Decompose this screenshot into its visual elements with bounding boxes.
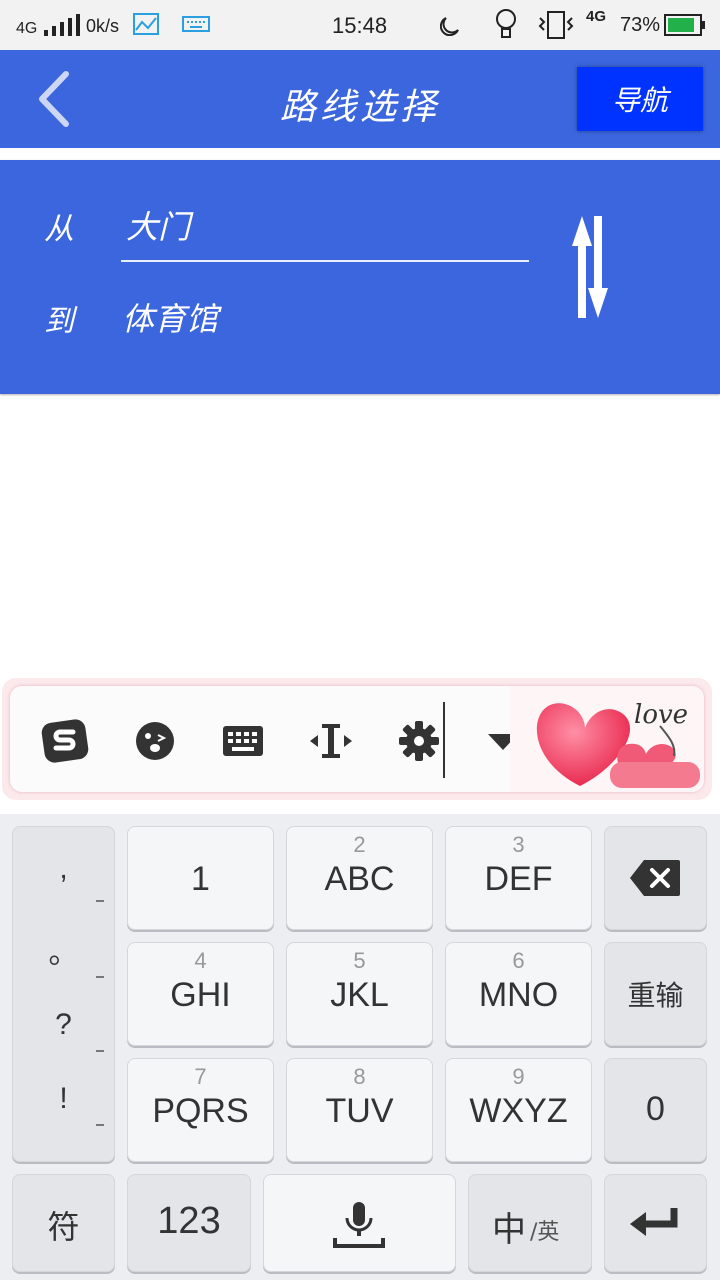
keyboard-switch-icon[interactable] [218, 716, 268, 766]
backspace-icon [630, 860, 680, 896]
title-bar: 路线选择 导航 [0, 50, 720, 148]
emoji-icon[interactable] [130, 716, 180, 766]
love-text: love [634, 700, 689, 730]
punct-separator [96, 1050, 104, 1052]
key-0[interactable]: 0 [604, 1058, 707, 1162]
punct-exclaim: ! [59, 1082, 68, 1115]
moon-icon [440, 17, 459, 36]
battery-percent: 73% [620, 14, 661, 36]
back-arrow-icon[interactable] [30, 68, 80, 130]
from-input[interactable]: 大门 [126, 202, 190, 248]
input-divider [121, 260, 529, 262]
vibrate-icon [538, 11, 574, 39]
number-mode-key[interactable]: 123 [127, 1174, 251, 1272]
signal-icon [44, 14, 80, 36]
network-type-right: 4G [586, 8, 607, 25]
to-label: 到 [44, 304, 74, 339]
key-7-pqrs[interactable]: 7 PQRS [127, 1058, 274, 1162]
status-bar: 4G 0k/s 15:48 4G 73% [0, 0, 720, 50]
punct-separator [96, 900, 104, 902]
key-6-mno[interactable]: 6 MNO [445, 942, 592, 1046]
key-2-abc[interactable]: 2 ABC [286, 826, 433, 930]
enter-key[interactable] [604, 1174, 707, 1272]
punct-separator [96, 976, 104, 978]
ime-toolbar: love [2, 678, 712, 800]
from-label: 从 [44, 212, 74, 247]
punct-comma: , [59, 852, 68, 885]
to-input[interactable]: 体育馆 [122, 294, 218, 340]
key-8-tuv[interactable]: 8 TUV [286, 1058, 433, 1162]
swap-icon[interactable] [568, 212, 612, 322]
punct-separator [96, 1124, 104, 1126]
backspace-key[interactable] [604, 826, 707, 930]
keyboard-status-icon [182, 16, 210, 32]
enter-icon [630, 1208, 678, 1236]
punct-question: ? [55, 1008, 72, 1041]
language-switch-key[interactable]: 中 /英 [468, 1174, 592, 1272]
ime-toolbar-inner: love [10, 686, 704, 792]
clock: 15:48 [332, 13, 388, 38]
key-4-ghi[interactable]: 4 GHI [127, 942, 274, 1046]
toolbar-separator [443, 702, 445, 778]
punctuation-key[interactable]: , 。 ? ! [12, 826, 115, 1162]
battery-icon [664, 14, 705, 36]
cursor-move-icon[interactable] [306, 716, 356, 766]
network-speed: 0k/s [86, 16, 120, 36]
space-voice-key[interactable] [263, 1174, 456, 1272]
key-5-jkl[interactable]: 5 JKL [286, 942, 433, 1046]
keyboard: , 。 ? ! 1 2 ABC 3 DEF 4 GHI 5 JKL 6 MNO [0, 814, 720, 1280]
key-1[interactable]: 1 [127, 826, 274, 930]
symbol-key[interactable]: 符 [12, 1174, 115, 1272]
microphone-icon [333, 1202, 385, 1248]
screenshot-icon [133, 13, 159, 35]
network-type-left: 4G [16, 20, 38, 37]
reinput-key[interactable]: 重输 [604, 942, 707, 1046]
bulb-icon [496, 9, 516, 38]
page-title: 路线选择 [279, 87, 440, 128]
sogou-logo-icon[interactable] [40, 716, 90, 766]
key-3-def[interactable]: 3 DEF [445, 826, 592, 930]
punct-period: 。 [48, 937, 79, 970]
route-panel: 从 大门 到 体育馆 [0, 160, 720, 394]
navigate-button[interactable]: 导航 [577, 67, 703, 131]
key-9-wxyz[interactable]: 9 WXYZ [445, 1058, 592, 1162]
settings-gear-icon[interactable] [394, 716, 444, 766]
